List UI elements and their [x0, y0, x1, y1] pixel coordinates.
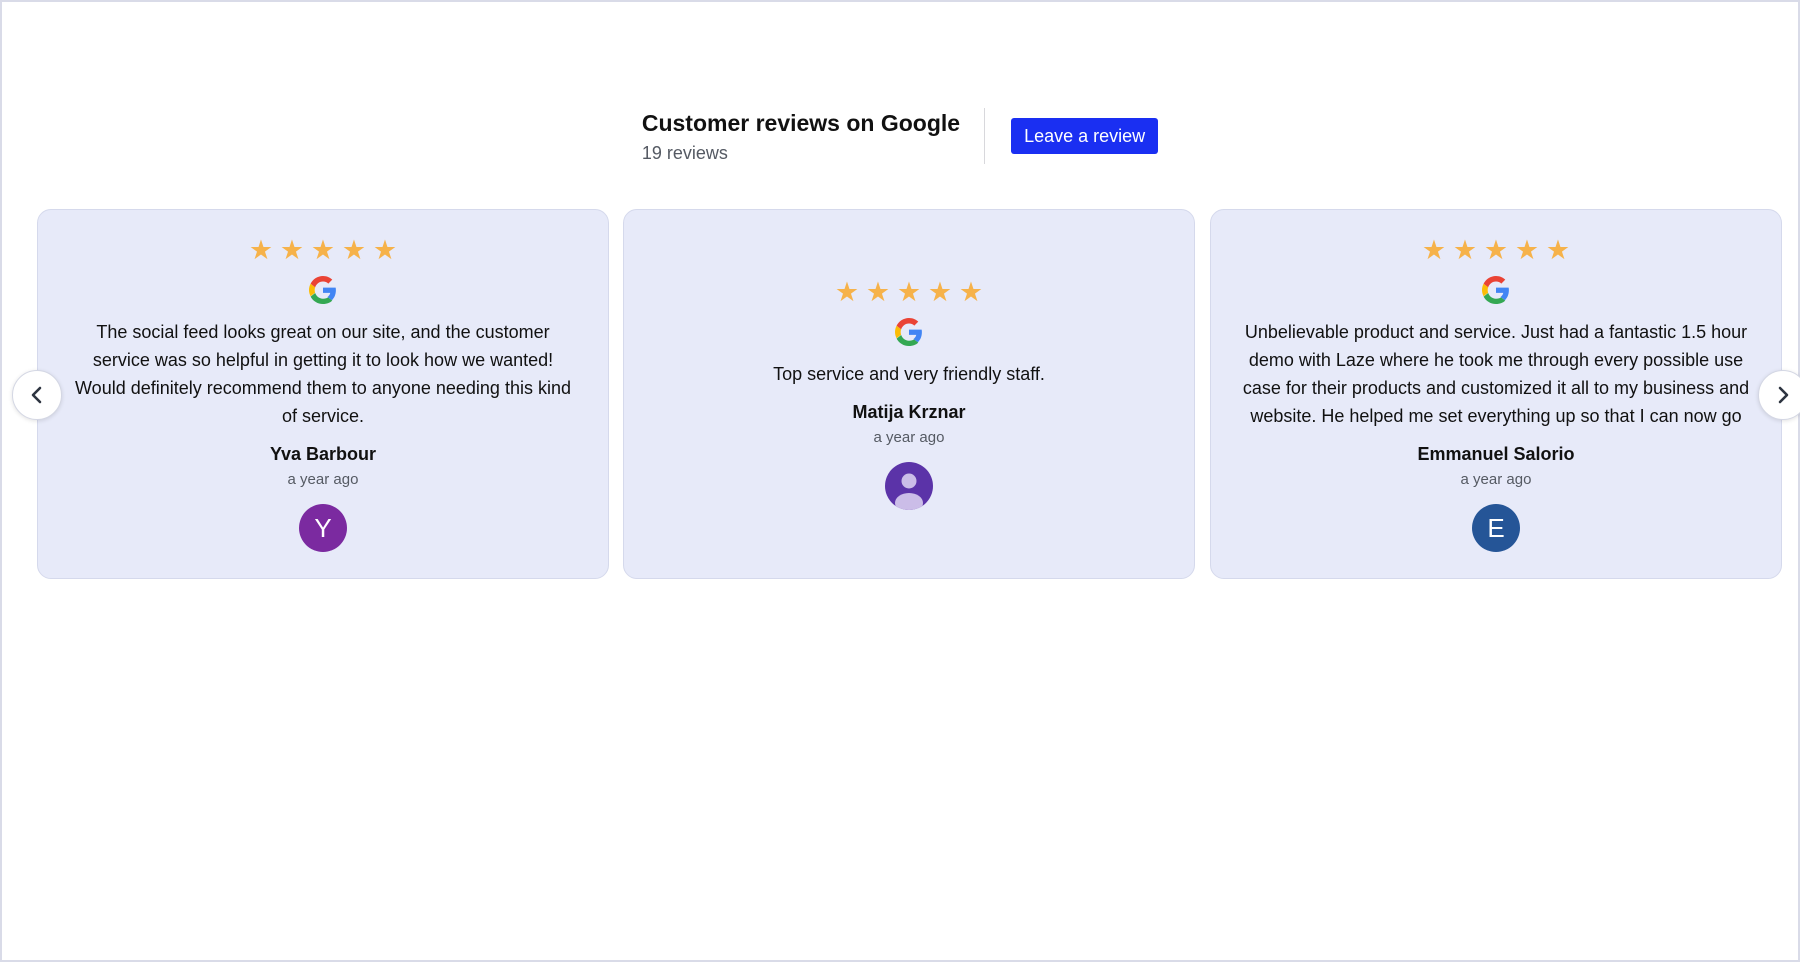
star-icon: ★	[1421, 235, 1447, 265]
carousel-prev-button[interactable]	[12, 370, 62, 420]
avatar	[885, 462, 933, 510]
star-icon: ★	[834, 277, 860, 307]
review-card: ★ ★ ★ ★ ★ Top service and very friendly …	[623, 209, 1195, 579]
reviews-carousel: ★ ★ ★ ★ ★ The social feed looks great on…	[37, 209, 1784, 579]
avatar: Y	[299, 504, 347, 552]
review-card: ★ ★ ★ ★ ★ Unbelievable product and servi…	[1210, 209, 1782, 579]
page-title: Customer reviews on Google	[641, 110, 961, 136]
star-rating: ★ ★ ★ ★ ★	[835, 278, 984, 306]
leave-review-button[interactable]: Leave a review	[1011, 118, 1159, 154]
chevron-right-icon	[1778, 386, 1789, 404]
star-icon: ★	[1545, 235, 1571, 265]
carousel-next-button[interactable]	[1758, 370, 1800, 420]
star-icon: ★	[896, 277, 922, 307]
avatar: E	[1472, 504, 1520, 552]
star-rating: ★ ★ ★ ★ ★	[249, 236, 398, 264]
google-g-icon	[895, 318, 922, 346]
review-text: Unbelievable product and service. Just h…	[1242, 322, 1750, 426]
review-card: ★ ★ ★ ★ ★ The social feed looks great on…	[37, 209, 609, 579]
review-text: The social feed looks great on our site,…	[75, 322, 571, 426]
reviewer-name: Matija Krznar	[852, 402, 966, 422]
star-icon: ★	[927, 277, 953, 307]
star-icon: ★	[341, 235, 367, 265]
review-date: a year ago	[287, 471, 359, 488]
header-divider	[984, 108, 986, 164]
reviewer-name: Yva Barbour	[269, 444, 377, 464]
star-icon: ★	[1514, 235, 1540, 265]
star-icon: ★	[248, 235, 274, 265]
star-icon: ★	[1452, 235, 1478, 265]
review-count: 19 reviews	[641, 143, 728, 163]
google-g-icon	[309, 276, 336, 304]
star-rating: ★ ★ ★ ★ ★	[1422, 236, 1571, 264]
star-icon: ★	[279, 235, 305, 265]
reviewer-name: Emmanuel Salorio	[1417, 444, 1575, 464]
reviews-header: Customer reviews on Google 19 reviews Le…	[0, 108, 1800, 164]
chevron-left-icon	[31, 386, 42, 404]
review-text: Top service and very friendly staff.	[773, 364, 1045, 384]
review-date: a year ago	[873, 429, 945, 446]
star-icon: ★	[372, 235, 398, 265]
user-silhouette-icon	[895, 473, 923, 510]
review-date: a year ago	[1460, 471, 1532, 488]
header-text: Customer reviews on Google 19 reviews	[642, 108, 984, 164]
star-icon: ★	[310, 235, 336, 265]
google-g-icon	[1482, 276, 1509, 304]
star-icon: ★	[958, 277, 984, 307]
star-icon: ★	[1483, 235, 1509, 265]
star-icon: ★	[865, 277, 891, 307]
